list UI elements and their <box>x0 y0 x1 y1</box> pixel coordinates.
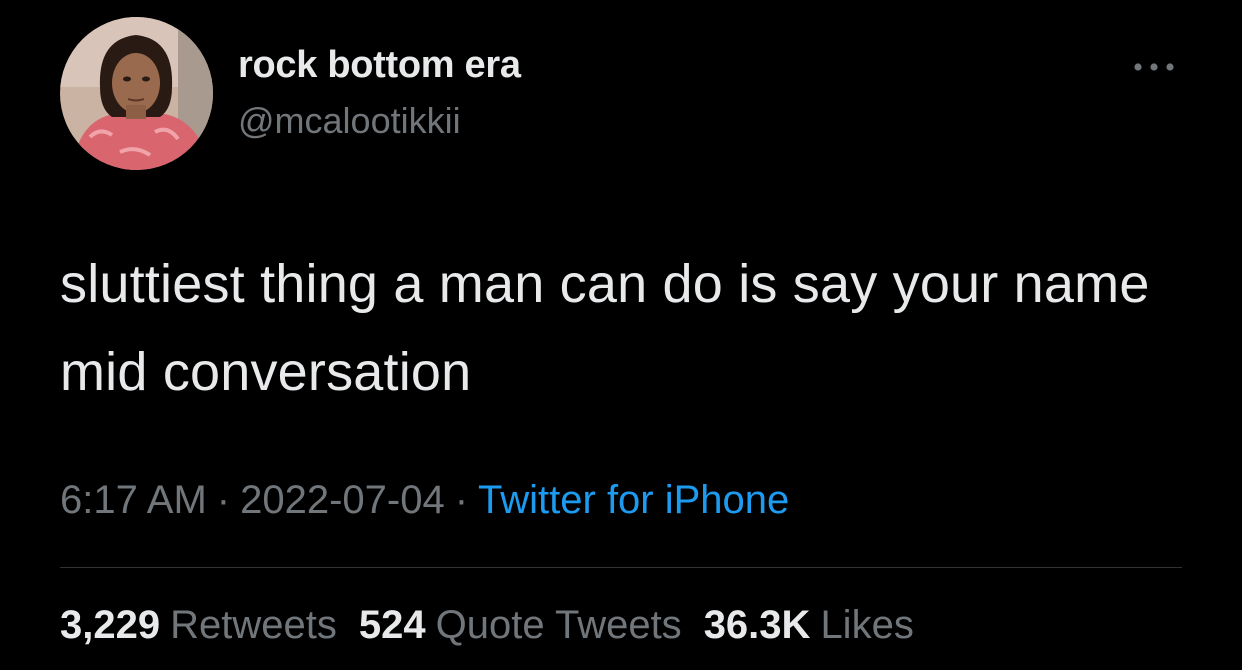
more-button[interactable] <box>1126 50 1182 84</box>
more-horizontal-icon <box>1134 63 1174 71</box>
quote-tweets-stat[interactable]: 524 Quote Tweets <box>359 603 682 648</box>
display-name[interactable]: rock bottom era <box>238 44 521 87</box>
tweet-stats: 3,229 Retweets 524 Quote Tweets 36.3K Likes <box>60 603 936 648</box>
quote-tweets-label: Quote Tweets <box>435 603 682 647</box>
meta-separator: · <box>454 478 469 522</box>
retweets-stat[interactable]: 3,229 Retweets <box>60 603 337 648</box>
tweet-source-link[interactable]: Twitter for iPhone <box>478 478 789 522</box>
likes-count: 36.3K <box>703 603 811 647</box>
quote-tweets-count: 524 <box>358 603 426 647</box>
profile-photo-icon <box>60 17 213 170</box>
tweet-text: sluttiest thing a man can do is say your… <box>60 254 1150 402</box>
divider <box>60 567 1182 568</box>
meta-separator: · <box>216 478 231 522</box>
likes-stat[interactable]: 36.3K Likes <box>704 603 914 648</box>
tweet-time[interactable]: 6:17 AM <box>60 478 207 522</box>
tweet-card: rock bottom era @mcalootikkii sluttiest … <box>0 0 1242 670</box>
tweet-date[interactable]: 2022-07-04 <box>240 478 445 522</box>
likes-label: Likes <box>820 603 914 647</box>
tweet-meta: 6:17 AM · 2022-07-04 · Twitter for iPhone <box>60 478 789 523</box>
user-handle[interactable]: @mcalootikkii <box>238 100 461 142</box>
avatar[interactable] <box>60 17 213 170</box>
retweets-label: Retweets <box>170 603 337 647</box>
retweets-count: 3,229 <box>60 603 161 647</box>
